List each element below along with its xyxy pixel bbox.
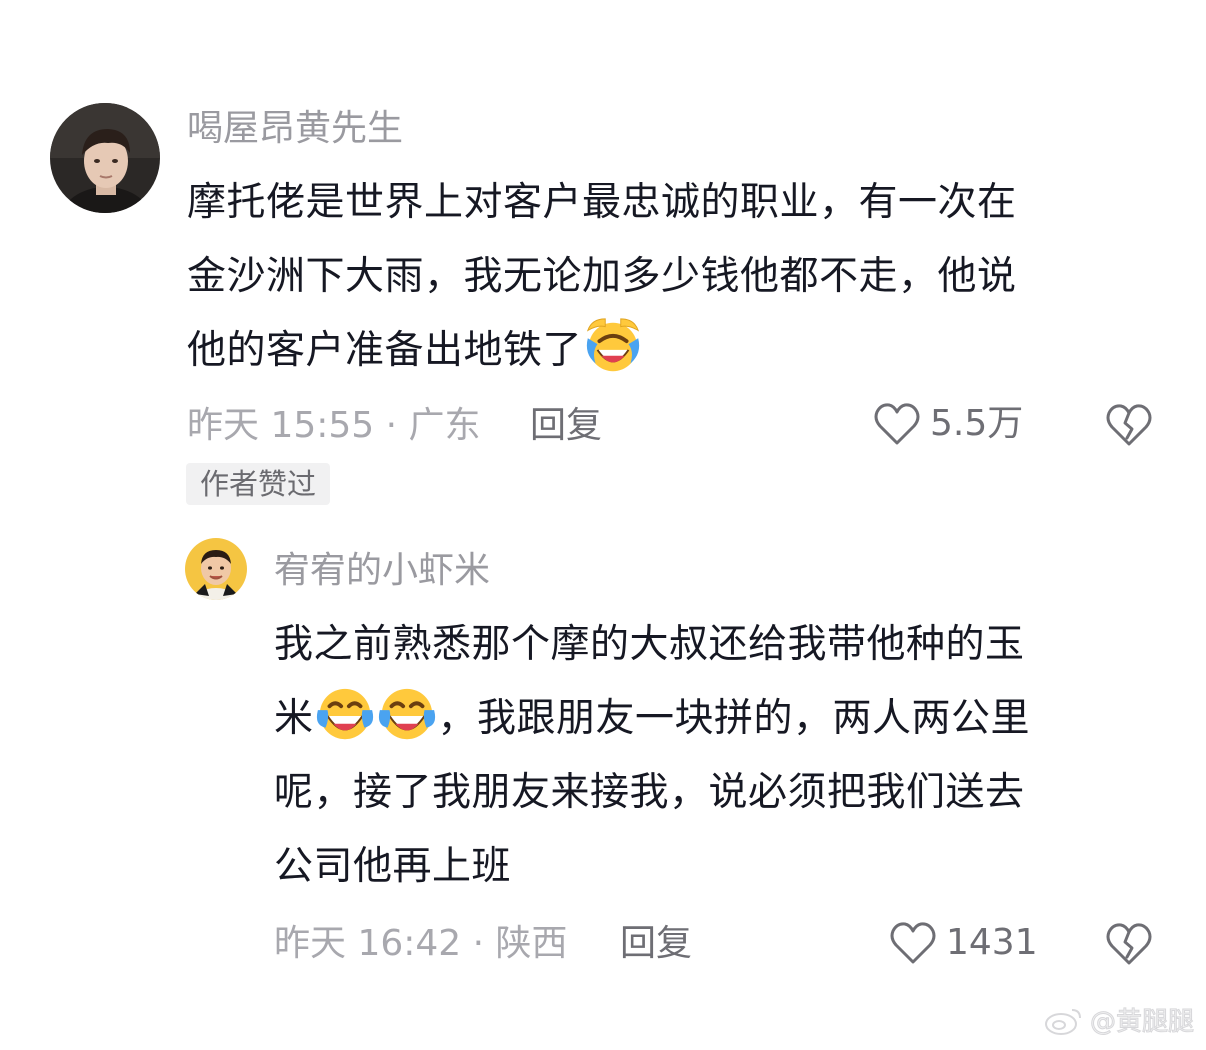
comment-text-segment: 米 [274,696,314,741]
comment-text-line: 金沙洲下大雨，我无论加多少钱他都不走，他说 [187,254,1017,299]
comment-text: 我之前熟悉那个摩的大叔还给我带他种的玉 米 ，我跟朋友一块拼的，两人两公里 呢，… [274,608,1030,904]
comment-text-line: 他的客户准备出地铁了 [187,314,1017,388]
user-avatar[interactable] [50,103,160,213]
comment-meta: 昨天 16:42 · 陕西 [274,923,568,964]
comment-text-segment: ，我跟朋友一块拼的，两人两公里 [437,696,1031,741]
username[interactable]: 宥宥的小虾米 [274,549,490,593]
comment-text-line: 米 ，我跟朋友一块拼的，两人两公里 [274,682,1030,756]
rofl-emoji-icon [582,315,644,377]
reply-button[interactable]: 回复 [530,404,602,448]
tears-of-joy-emoji-icon [376,683,438,745]
author-liked-badge: 作者赞过 [186,463,331,505]
broken-heart-icon [1106,923,1152,965]
like-button[interactable]: 1431 [888,920,1038,966]
broken-heart-icon [1106,404,1152,446]
dislike-button[interactable] [1104,921,1154,967]
comment-text-segment: 他的客户准备出地铁了 [187,328,583,373]
watermark: @黄腿腿 [1044,1001,1195,1038]
weibo-icon [1044,1008,1081,1035]
like-count: 1431 [946,922,1038,963]
user-avatar[interactable] [185,538,247,600]
comment-text-line: 摩托佬是世界上对客户最忠诚的职业，有一次在 [187,180,1017,225]
comment-text-line: 公司他再上班 [274,844,512,889]
watermark-text: @黄腿腿 [1089,1007,1194,1038]
avatar-child-icon [185,538,247,600]
like-count: 5.5万 [930,403,1024,444]
dislike-button[interactable] [1104,402,1154,448]
heart-icon [874,403,920,445]
reply-button[interactable]: 回复 [620,922,692,966]
comment-screen: 喝屋昂黄先生 摩托佬是世界上对客户最忠诚的职业，有一次在 金沙洲下大雨，我无论加… [0,0,1206,1050]
comment-text: 摩托佬是世界上对客户最忠诚的职业，有一次在 金沙洲下大雨，我无论加多少钱他都不走… [187,166,1017,388]
comment-meta: 昨天 15:55 · 广东 [187,405,481,446]
username[interactable]: 喝屋昂黄先生 [187,107,403,151]
tears-of-joy-emoji-icon [314,683,376,745]
comment-text-line: 我之前熟悉那个摩的大叔还给我带他种的玉 [274,622,1025,667]
heart-icon [890,922,936,964]
comment-text-line: 呢，接了我朋友来接我，说必须把我们送去 [274,770,1025,815]
avatar-man-icon [50,103,160,213]
like-button[interactable]: 5.5万 [872,401,1023,447]
